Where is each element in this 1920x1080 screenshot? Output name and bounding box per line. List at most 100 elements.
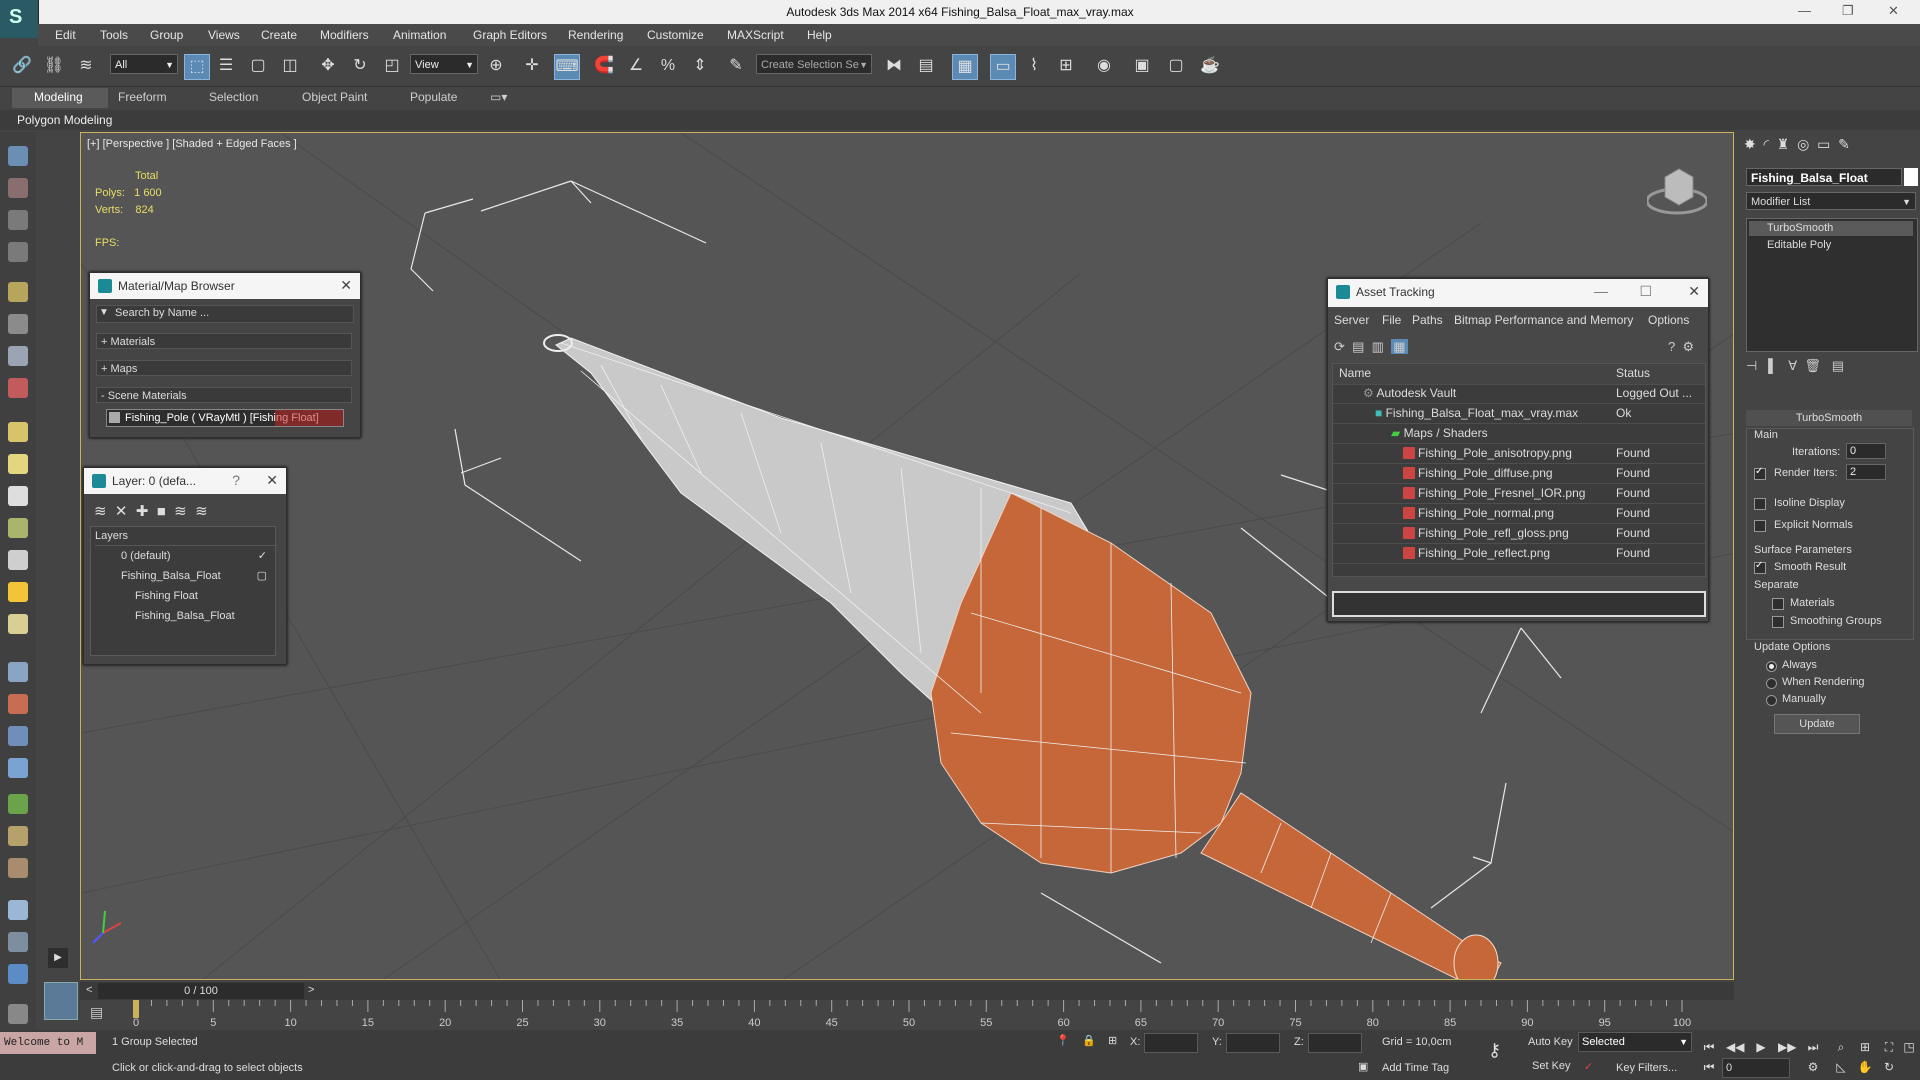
sphere-icon[interactable] [8, 422, 28, 442]
scene-materials-section[interactable]: - Scene Materials [96, 387, 352, 403]
details-view-icon[interactable]: ▥ [1372, 339, 1384, 354]
render-icon[interactable] [8, 178, 28, 198]
prev-key-icon[interactable]: ◀◀ [1726, 1040, 1744, 1058]
time-slider-thumb[interactable]: 0 / 100 [98, 983, 304, 999]
goto-start-icon[interactable]: ⏮ [1700, 1040, 1718, 1058]
materials-checkbox[interactable] [1772, 598, 1784, 610]
maxscript-listener[interactable]: Welcome to M [0, 1032, 96, 1054]
menu-modifiers[interactable]: Modifiers [320, 28, 369, 42]
plant-icon[interactable] [8, 518, 28, 538]
modify-tab-icon[interactable]: ◜ [1764, 136, 1769, 152]
list-view-icon[interactable]: ▤ [1352, 339, 1364, 354]
zoom-extents-icon[interactable]: ⛶ [1880, 1040, 1898, 1058]
menu-paths[interactable]: Paths [1412, 313, 1443, 327]
modifier-list-dropdown[interactable]: Modifier List ▼ [1746, 192, 1916, 210]
asset-row[interactable]: Fishing_Pole_diffuse.png Found [1333, 464, 1705, 484]
tab-selection[interactable]: Selection [209, 90, 258, 104]
search-options-icon[interactable]: ▼ [99, 307, 109, 318]
tab-object-paint[interactable]: Object Paint [302, 90, 367, 104]
ribbon-options-icon[interactable]: ▭▾ [490, 90, 507, 104]
scene-material-item[interactable]: Fishing_Pole ( VRayMtl ) [Fishing Float] [106, 409, 344, 427]
layer-row-default[interactable]: 0 (default) ✓ [95, 547, 277, 565]
menu-file[interactable]: File [1382, 313, 1401, 327]
curve-editor-icon[interactable]: ⌇ [1022, 54, 1046, 78]
utilities-tab-icon[interactable]: ✎ [1838, 136, 1850, 152]
time-slider[interactable]: < 0 / 100 > [80, 982, 1734, 1000]
object-color-swatch[interactable] [1904, 168, 1918, 186]
isolate-icon[interactable]: 📍 [1056, 1034, 1070, 1047]
menu-help[interactable]: Help [807, 28, 832, 42]
tab-populate[interactable]: Populate [410, 90, 457, 104]
smoothing-groups-checkbox[interactable] [1772, 616, 1784, 628]
particles-icon[interactable] [8, 662, 28, 682]
unlink-icon[interactable]: ⛓ [42, 54, 66, 78]
add-time-tag[interactable]: Add Time Tag [1382, 1062, 1449, 1074]
hierarchy-tab-icon[interactable]: ♜ [1777, 136, 1790, 152]
torus-icon[interactable] [8, 486, 28, 506]
cone-icon[interactable] [8, 550, 28, 570]
render-setup-icon[interactable]: ▣ [1130, 54, 1154, 78]
col-name-header[interactable]: Name [1339, 364, 1371, 383]
mini-curve-icon[interactable] [44, 982, 78, 1020]
track-bar[interactable]: 0 5 10 15 20 25 30 35 40 45 50 55 60 65 70 75 80 85 90 95 10… [80, 1000, 1734, 1030]
render-iters-spinner[interactable]: 2 [1846, 464, 1886, 480]
turbosmooth-rollout[interactable]: TurboSmooth [1746, 410, 1912, 426]
sun-icon[interactable] [8, 582, 28, 602]
browser-close-icon[interactable]: ✕ [340, 277, 352, 294]
x-coord-field[interactable] [1144, 1033, 1198, 1053]
play-icon[interactable]: ▶ [1752, 1040, 1770, 1058]
asset-row[interactable]: ⚙ Autodesk Vault Logged Out ... [1333, 384, 1705, 404]
grid-icon[interactable] [8, 242, 28, 262]
update-button[interactable]: Update [1774, 714, 1860, 734]
object-row-fishing-float[interactable]: Fishing Float [95, 587, 277, 605]
menu-rendering[interactable]: Rendering [568, 28, 623, 42]
iterations-spinner[interactable]: 0 [1846, 443, 1886, 459]
mirror-icon[interactable]: ⧓ [882, 54, 906, 78]
hair-icon[interactable] [8, 826, 28, 846]
set-key-button[interactable]: Set Key [1532, 1060, 1571, 1072]
explicit-normals-checkbox[interactable] [1754, 520, 1766, 532]
rectangular-selection-icon[interactable]: ▢ [246, 54, 270, 78]
asset-row[interactable]: Fishing_Pole_refl_gloss.png Found [1333, 524, 1705, 544]
object-name-field[interactable]: Fishing_Balsa_Float [1746, 168, 1902, 186]
asset-row[interactable]: ■ Fishing_Balsa_Float_max_vray.max Ok [1333, 404, 1705, 424]
auto-key-button[interactable]: Auto Key [1528, 1036, 1573, 1048]
menu-maxscript[interactable]: MAXScript [727, 28, 784, 42]
angle-snap-icon[interactable]: ∠ [624, 54, 648, 78]
motion-tab-icon[interactable]: ◎ [1797, 136, 1809, 152]
layer-row-fishing-balsa-float[interactable]: Fishing_Balsa_Float ▢ [95, 567, 277, 585]
menu-tools[interactable]: Tools [100, 28, 128, 42]
asset-help-icon[interactable]: ? [1668, 339, 1675, 354]
always-radio[interactable] [1766, 661, 1777, 672]
layer-hide-icon[interactable]: ≋ [195, 503, 208, 520]
orbit-icon[interactable]: ↻ [1880, 1060, 1898, 1078]
cloth-icon[interactable] [8, 726, 28, 746]
rotate-icon[interactable]: ↻ [348, 54, 372, 78]
asset-minimize-icon[interactable]: — [1594, 283, 1608, 299]
asset-settings-icon[interactable]: ⚙ [1682, 339, 1694, 354]
maximize-viewport-icon[interactable]: ◳ [1900, 1040, 1918, 1058]
percent-snap-icon[interactable]: % [656, 54, 680, 78]
asset-row[interactable]: ▰ Maps / Shaders [1333, 424, 1705, 444]
edit-named-selection-icon[interactable]: ✎ [724, 54, 748, 78]
create-tab-icon[interactable]: ✸ [1744, 136, 1756, 152]
app-logo-icon[interactable]: S [0, 0, 39, 38]
link-icon[interactable]: 🔗 [10, 54, 34, 78]
stack-item-turbosmooth[interactable]: TurboSmooth [1749, 221, 1913, 236]
camera-icon[interactable] [8, 314, 28, 334]
menu-group[interactable]: Group [150, 28, 183, 42]
layer-close-icon[interactable]: ✕ [266, 472, 278, 489]
close-button[interactable]: ✕ [1888, 3, 1899, 19]
menu-bitmap-performance[interactable]: Bitmap Performance and Memory [1454, 313, 1633, 327]
object-row-fishing-balsa-float[interactable]: Fishing_Balsa_Float [95, 607, 277, 625]
restore-button[interactable]: ❐ [1842, 3, 1854, 19]
teapot-icon[interactable] [8, 146, 28, 166]
pin-stack-icon[interactable]: ⊣ [1746, 358, 1757, 373]
zoom-all-icon[interactable]: ⊞ [1856, 1040, 1874, 1058]
menu-edit[interactable]: Edit [55, 28, 76, 42]
current-frame-field[interactable]: 0 [1722, 1058, 1790, 1078]
blue-sphere-icon[interactable] [8, 900, 28, 920]
asset-maximize-icon[interactable]: ☐ [1639, 283, 1652, 300]
remove-modifier-icon[interactable]: 🗑 [1804, 358, 1821, 373]
menu-customize[interactable]: Customize [647, 28, 704, 42]
